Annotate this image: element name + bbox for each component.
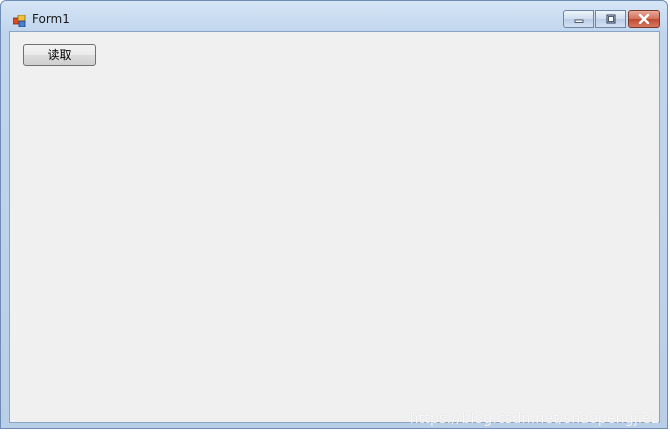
watermark: https://blog.csdn.net/shaopengjie2	[409, 411, 660, 427]
app-icon	[12, 12, 27, 28]
minimize-button[interactable]	[563, 10, 594, 28]
maximize-icon	[606, 14, 615, 24]
form-window: Form1 读取	[0, 0, 668, 429]
read-button[interactable]: 读取	[23, 44, 96, 66]
title-bar[interactable]: Form1	[1, 1, 667, 31]
close-icon	[638, 14, 650, 24]
window-title: Form1	[32, 12, 70, 26]
form-client-area: 读取	[9, 31, 660, 423]
maximize-button[interactable]	[595, 10, 626, 28]
close-button[interactable]	[628, 10, 660, 28]
minimize-icon	[574, 19, 583, 23]
